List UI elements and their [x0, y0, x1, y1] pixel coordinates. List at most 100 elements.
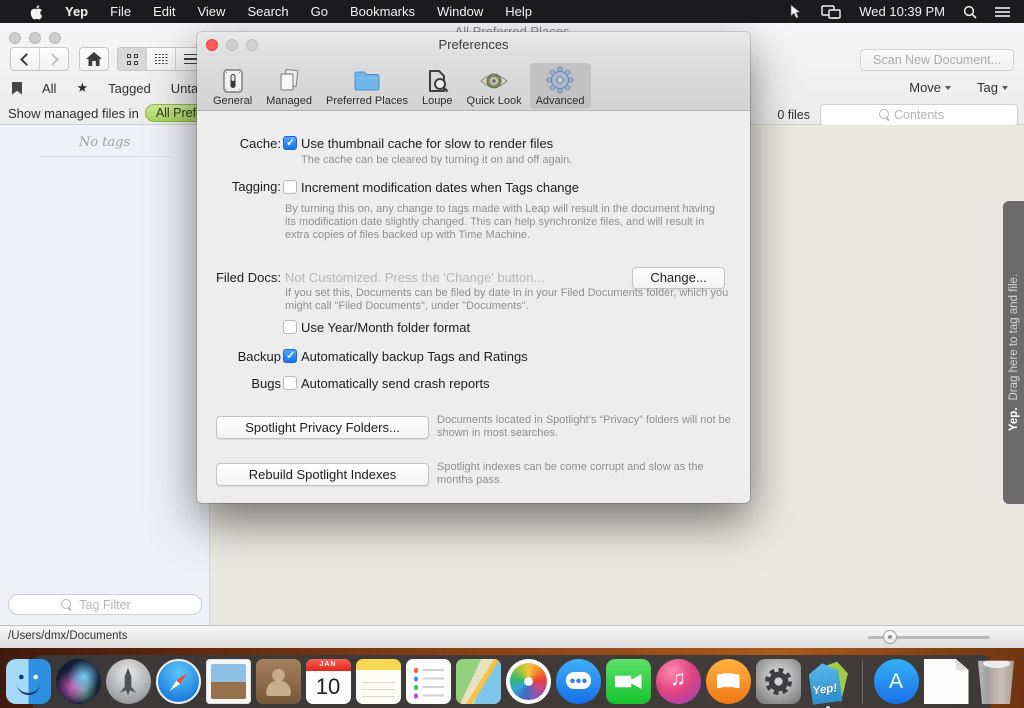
dock-maps-icon[interactable]	[456, 659, 501, 704]
scan-new-document-button[interactable]: Scan New Document...	[860, 49, 1014, 71]
files-count: 0 files	[777, 108, 810, 122]
filed-docs-label: Filed Docs:	[197, 270, 281, 285]
view-grid-button[interactable]	[118, 48, 147, 70]
menu-help[interactable]: Help	[494, 0, 543, 23]
dock-ibooks-icon[interactable]	[706, 659, 751, 704]
bugs-checkbox-label[interactable]: Automatically send crash reports	[301, 376, 490, 391]
tags-sidebar: No tags	[0, 125, 210, 625]
menu-bookmarks[interactable]: Bookmarks	[339, 0, 426, 23]
chevron-down-icon	[945, 86, 951, 90]
menu-window[interactable]: Window	[426, 0, 494, 23]
dialog-close-button[interactable]	[206, 39, 218, 51]
dock-facetime-icon[interactable]	[606, 659, 651, 704]
tab-preferred-places[interactable]: Preferred Places	[320, 65, 414, 109]
menu-clock[interactable]: Wed 10:39 PM	[859, 4, 945, 19]
move-dropdown[interactable]: Move	[909, 80, 951, 95]
dock-trash-icon[interactable]	[974, 659, 1019, 704]
backup-checkbox[interactable]	[283, 349, 297, 363]
apple-logo-icon	[29, 4, 43, 20]
spotlight-privacy-button[interactable]: Spotlight Privacy Folders...	[216, 416, 429, 439]
dock-itunes-icon[interactable]	[656, 659, 701, 704]
show-managed-label: Show managed files in	[8, 106, 139, 121]
zoom-button[interactable]	[49, 32, 61, 44]
managed-documents-icon	[276, 68, 302, 94]
year-month-checkbox[interactable]	[283, 320, 297, 334]
no-tags-label: No tags	[0, 135, 209, 150]
grid-view-icon	[127, 54, 138, 65]
menu-file[interactable]: File	[99, 0, 142, 23]
rebuild-indexes-button[interactable]: Rebuild Spotlight Indexes	[216, 463, 429, 486]
contents-search-input[interactable]	[821, 105, 1017, 125]
dock-document-icon[interactable]	[924, 659, 969, 704]
menu-go[interactable]: Go	[300, 0, 339, 23]
tagging-checkbox[interactable]	[283, 180, 297, 194]
dialog-zoom-button	[246, 39, 258, 51]
dock-photos-icon[interactable]	[506, 659, 551, 704]
cache-label: Cache:	[197, 136, 281, 151]
screen-sharing-icon[interactable]	[821, 5, 841, 19]
filter-all[interactable]: All	[42, 81, 56, 96]
icon-size-slider[interactable]	[868, 636, 990, 639]
dock-yep-icon[interactable]: Yep!	[806, 659, 851, 704]
preferences-toolbar: General Managed Preferred Places	[197, 57, 750, 111]
view-compact-list-button[interactable]	[147, 48, 176, 70]
notification-center-icon[interactable]	[995, 6, 1010, 18]
apple-menu[interactable]	[18, 4, 54, 20]
dock-separator	[862, 660, 863, 704]
dock-siri-icon[interactable]	[56, 659, 101, 704]
slider-knob[interactable]	[883, 630, 897, 644]
dock-system-preferences-icon[interactable]	[756, 659, 801, 704]
menu-app-name[interactable]: Yep	[54, 0, 99, 23]
year-month-checkbox-label[interactable]: Use Year/Month folder format	[301, 320, 470, 335]
tag-dropdown[interactable]: Tag	[977, 80, 1008, 95]
tab-advanced[interactable]: Advanced	[530, 63, 591, 109]
view-mode-switcher	[117, 47, 205, 71]
tag-filter-field[interactable]	[8, 594, 202, 615]
menu-edit[interactable]: Edit	[142, 0, 186, 23]
filed-docs-note: If you set this, Documents can be filed …	[285, 287, 729, 313]
menu-view[interactable]: View	[186, 0, 236, 23]
cache-checkbox-label[interactable]: Use thumbnail cache for slow to render f…	[301, 136, 553, 151]
dock-mail-icon[interactable]	[206, 659, 251, 704]
close-button[interactable]	[9, 32, 21, 44]
loupe-icon	[424, 68, 450, 94]
tagging-checkbox-label[interactable]: Increment modification dates when Tags c…	[301, 180, 579, 195]
dock-launchpad-icon[interactable]	[106, 659, 151, 704]
spotlight-icon[interactable]	[963, 5, 977, 19]
bugs-checkbox[interactable]	[283, 376, 297, 390]
bookmark-icon[interactable]	[12, 82, 22, 95]
change-button[interactable]: Change...	[632, 267, 725, 289]
dock-messages-icon[interactable]	[556, 659, 601, 704]
dock-notes-icon[interactable]	[356, 659, 401, 704]
cache-checkbox[interactable]	[283, 136, 297, 150]
tab-managed[interactable]: Managed	[260, 65, 318, 109]
dock-calendar-icon[interactable]: JAN10	[306, 659, 351, 704]
history-nav	[10, 47, 69, 71]
filter-tagged[interactable]: Tagged	[108, 81, 151, 96]
dock-finder-icon[interactable]	[6, 659, 51, 704]
tab-loupe[interactable]: Loupe	[416, 65, 459, 109]
menu-search[interactable]: Search	[236, 0, 299, 23]
contents-search-field[interactable]	[820, 104, 1018, 126]
preferences-content: Cache: Use thumbnail cache for slow to r…	[197, 111, 750, 504]
tab-general[interactable]: General	[207, 65, 258, 109]
minimize-button[interactable]	[29, 32, 41, 44]
yep-drag-tab[interactable]: Yep. Drag here to tag and file.	[1003, 201, 1024, 504]
chevron-down-icon	[1002, 86, 1008, 90]
tagging-label: Tagging:	[197, 179, 281, 194]
list-view-icon	[184, 54, 197, 65]
preferences-dialog: Preferences General	[197, 32, 750, 503]
compact-list-icon	[155, 54, 168, 65]
dock-reminders-icon[interactable]	[406, 659, 451, 704]
dock-appstore-icon[interactable]: A	[874, 659, 919, 704]
forward-button[interactable]	[40, 48, 68, 70]
home-button[interactable]	[79, 47, 109, 71]
dock-safari-icon[interactable]	[156, 659, 201, 704]
tab-quick-look[interactable]: Quick Look	[461, 65, 528, 109]
star-icon[interactable]: ★	[76, 80, 88, 96]
tag-filter-input[interactable]	[9, 595, 201, 614]
dialog-titlebar[interactable]: Preferences	[197, 32, 750, 57]
backup-checkbox-label[interactable]: Automatically backup Tags and Ratings	[301, 349, 528, 364]
back-button[interactable]	[11, 48, 40, 70]
dock-contacts-icon[interactable]	[256, 659, 301, 704]
